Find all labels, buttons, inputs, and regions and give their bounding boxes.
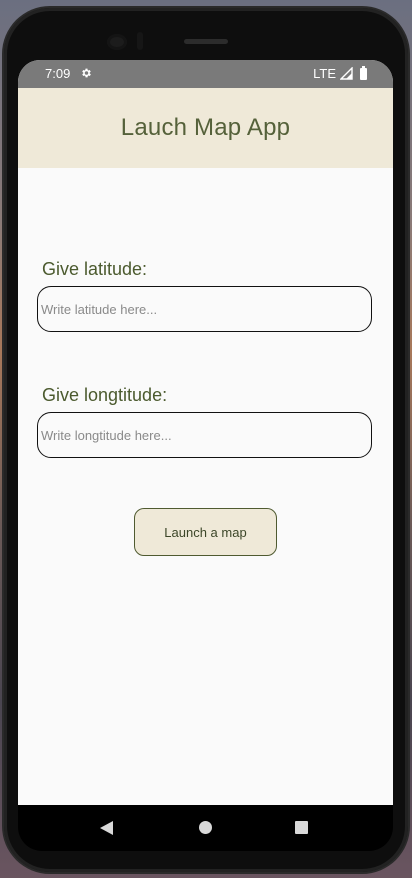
app-screen: 7:09 LTE Lauch Map App Give latitude: Gi… [18,60,393,805]
back-triangle-icon[interactable] [100,821,113,835]
status-bar: 7:09 LTE [18,60,393,88]
sensor-icon [137,32,143,50]
app-bar: Lauch Map App [18,88,393,168]
cell-signal-icon [340,67,353,80]
app-title: Lauch Map App [120,114,291,141]
phone-top-bezel [4,8,408,68]
longitude-input[interactable] [37,412,372,458]
latitude-label: Give latitude: [42,259,148,279]
gear-icon [82,68,91,78]
home-circle-icon[interactable] [199,821,212,834]
recents-square-icon[interactable] [295,821,308,834]
longitude-label: Give longtitude: [42,385,168,405]
front-camera-icon [107,34,127,50]
status-time: 7:09 [45,66,71,81]
earpiece-speaker [184,39,228,44]
system-navigation-bar [18,805,393,851]
network-type: LTE [313,66,336,81]
battery-icon [360,65,367,80]
status-indicators: LTE [313,65,367,81]
latitude-input[interactable] [37,286,372,332]
launch-map-button[interactable]: Launch a map [134,508,277,556]
